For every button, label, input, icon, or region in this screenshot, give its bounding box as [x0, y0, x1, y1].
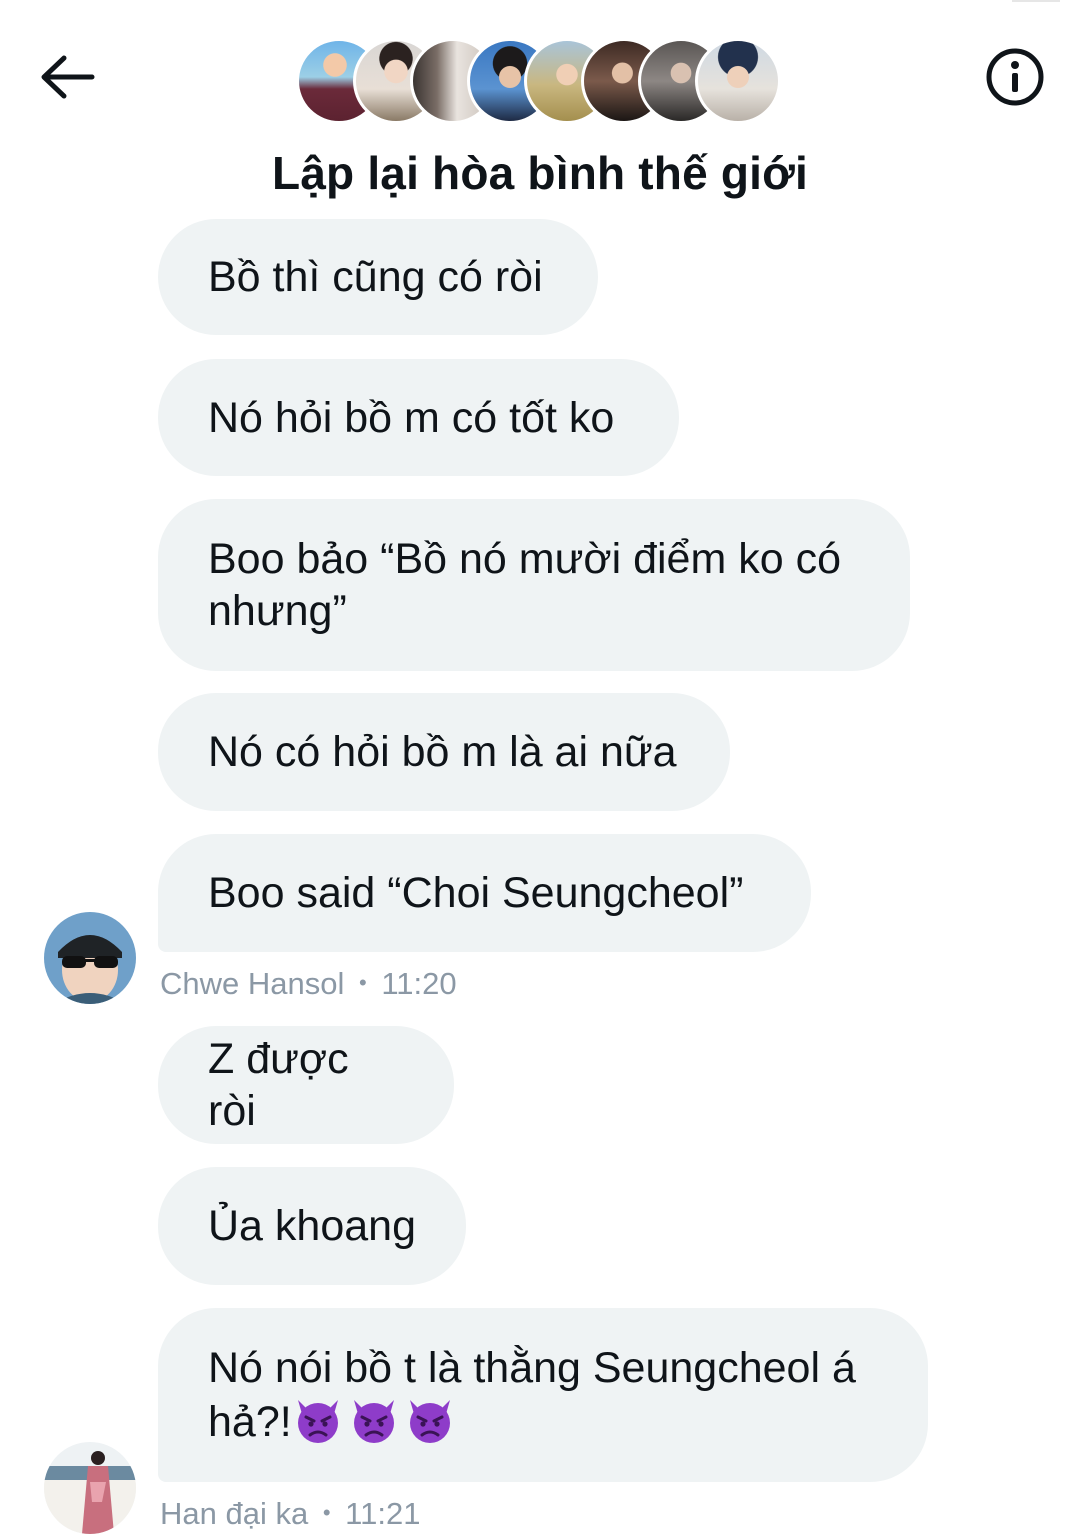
- meta-separator: •: [322, 1500, 331, 1525]
- arrow-left-icon: [41, 55, 95, 99]
- meta-separator: •: [359, 970, 367, 995]
- message-text: Boo bảo “Bồ nó mười điểm ko có nhưng”: [208, 535, 842, 635]
- back-button[interactable]: [36, 50, 98, 104]
- message-text: Ủa khoang: [208, 1202, 416, 1250]
- status-edge-line: [1012, 0, 1060, 2]
- message-text: Nó nói bồ t là thằng Seungcheol á hả?!: [208, 1342, 878, 1448]
- message-bubble[interactable]: Z được ròi: [158, 1026, 454, 1144]
- info-circle-icon: [986, 48, 1044, 106]
- avatar[interactable]: [44, 912, 136, 1004]
- message-meta: Han đại ka • 11:21: [160, 1496, 420, 1532]
- message-meta: Chwe Hansol • 11:20: [160, 966, 457, 1002]
- message-text: Bồ thì cũng có ròi: [208, 253, 543, 301]
- sender-photo: [44, 1442, 136, 1534]
- message-bubble[interactable]: Boo said “Choi Seungcheol”: [158, 834, 811, 952]
- message-bubble[interactable]: Ủa khoang: [158, 1167, 466, 1285]
- avatar: [695, 38, 781, 124]
- info-button[interactable]: [984, 46, 1046, 108]
- message-text: Z được ròi: [208, 1035, 349, 1135]
- angry-devil-emoji-icon: [409, 1400, 450, 1443]
- message-time: 11:20: [381, 966, 457, 1001]
- message-bubble[interactable]: Nó nói bồ t là thằng Seungcheol á hả?!: [158, 1308, 928, 1482]
- sender-photo: [44, 912, 136, 1004]
- conversation-title[interactable]: Lập lại hòa bình thế giới: [0, 146, 1080, 200]
- message-text: Nó có hỏi bồ m là ai nữa: [208, 728, 677, 776]
- sender-name[interactable]: Chwe Hansol: [160, 966, 344, 1001]
- angry-devil-emoji-icon: [353, 1400, 394, 1443]
- sender-name[interactable]: Han đại ka: [160, 1496, 308, 1531]
- angry-devil-emoji-icon: [297, 1400, 338, 1443]
- message-time: 11:21: [345, 1496, 421, 1531]
- message-bubble[interactable]: Nó có hỏi bồ m là ai nữa: [158, 693, 730, 811]
- participant-avatars[interactable]: [296, 38, 784, 126]
- avatar[interactable]: [44, 1442, 136, 1534]
- message-text: Boo said “Choi Seungcheol”: [208, 869, 744, 917]
- message-bubble[interactable]: Bồ thì cũng có ròi: [158, 219, 598, 335]
- message-bubble[interactable]: Boo bảo “Bồ nó mười điểm ko có nhưng”: [158, 499, 910, 671]
- message-bubble[interactable]: Nó hỏi bồ m có tốt ko: [158, 359, 679, 476]
- message-text: Nó hỏi bồ m có tốt ko: [208, 393, 615, 442]
